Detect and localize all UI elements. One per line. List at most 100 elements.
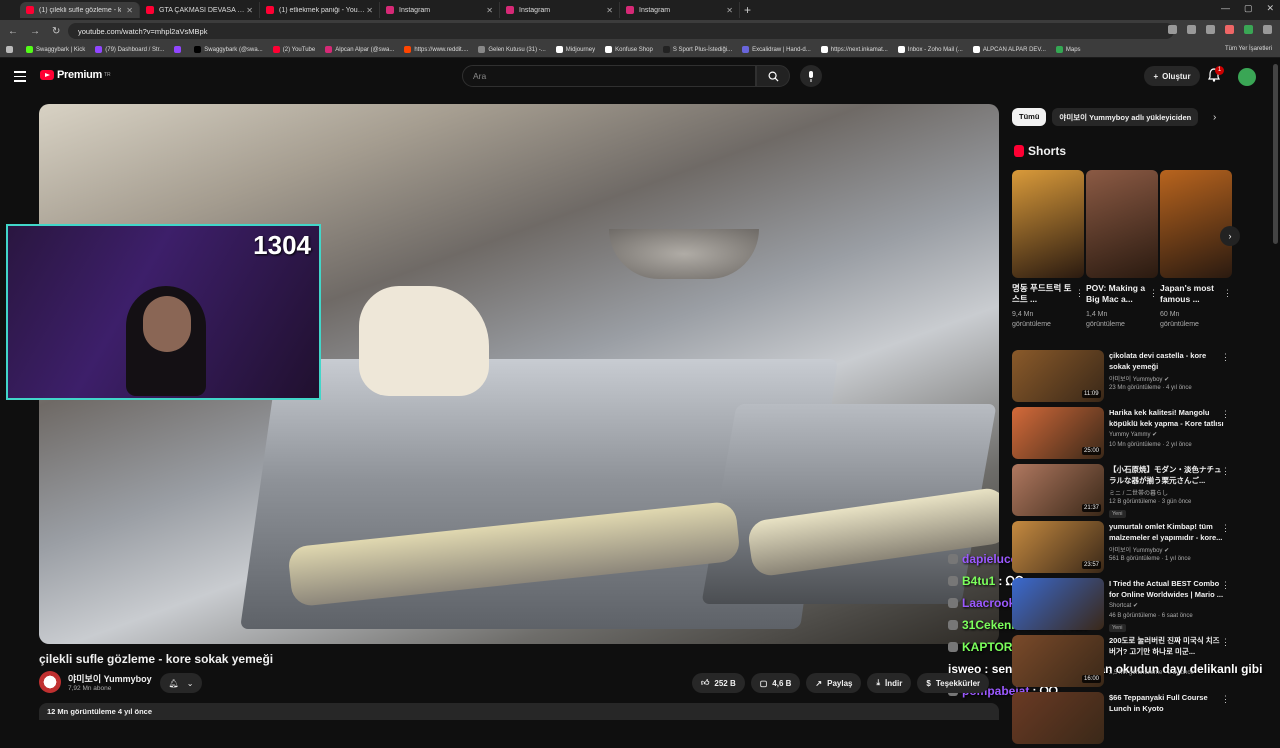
minimize-icon[interactable]: — — [1221, 3, 1230, 14]
profile-icon[interactable] — [1244, 25, 1253, 34]
recommendation-item[interactable]: 25:00 Harika kek kalitesi! Mangolu köpükl… — [1012, 407, 1238, 463]
filter-chip[interactable]: Tümü — [1012, 108, 1047, 126]
more-options-icon[interactable]: ⋮ — [1075, 288, 1084, 299]
url-field[interactable]: youtube.com/watch?v=mhpl2aVsMBpk — [68, 23, 1174, 39]
all-bookmarks[interactable]: Tüm Yer İşaretleri — [1225, 46, 1272, 52]
recommendation-channel: Shortcat ✔ — [1109, 603, 1139, 609]
filter-chip[interactable]: 야미보이 Yummyboy adlı yükleyiciden — [1052, 108, 1199, 126]
star-icon[interactable] — [1206, 25, 1215, 34]
recommendation-item[interactable]: $66 Teppanyaki Full Course Lunch in Kyot… — [1012, 692, 1238, 748]
tab-favicon-icon — [26, 6, 34, 14]
channel-avatar[interactable] — [39, 671, 61, 693]
browser-tab[interactable]: Instagram ✕ — [620, 2, 740, 18]
bookmark-label: Konfuse Shop — [615, 46, 653, 53]
comments-button[interactable]: ▢ 4,6 B — [750, 673, 801, 693]
account-avatar[interactable] — [1238, 68, 1256, 86]
bookmark-favicon-icon — [742, 46, 750, 53]
apps-icon[interactable] — [6, 46, 16, 53]
search-input[interactable]: Ara — [462, 65, 756, 87]
recommendation-item[interactable]: 23:57 yumurtalı omlet Kimbap! tüm malzeme… — [1012, 521, 1238, 577]
bookmark-item[interactable]: Alpcan Alpar (@swa... — [325, 46, 394, 53]
tab-close-icon[interactable]: ✕ — [366, 6, 373, 15]
bookmark-item[interactable]: Maps — [1055, 46, 1081, 53]
short-card[interactable]: 명동 푸드트럭 토스트 ... 9,4 Mn görüntüleme ⋮ — [1012, 170, 1084, 330]
browser-tab[interactable]: (1) etliekmek paniği - YouTube ✕ — [260, 2, 380, 18]
tab-close-icon[interactable]: ✕ — [126, 6, 133, 15]
search-button[interactable] — [756, 65, 790, 87]
short-thumbnail — [1012, 170, 1084, 278]
tab-close-icon[interactable]: ✕ — [246, 6, 253, 15]
reload-icon[interactable]: ↻ — [52, 26, 60, 37]
bookmark-item[interactable]: Midjourney — [555, 46, 595, 53]
tab-close-icon[interactable]: ✕ — [486, 6, 493, 15]
bookmark-item[interactable]: (79) Dashboard / Str... — [95, 46, 164, 53]
tab-favicon-icon — [626, 6, 634, 14]
bookmark-item[interactable]: Gelen Kutusu (31) -... — [478, 46, 546, 53]
bookmark-favicon-icon — [972, 46, 980, 53]
youtube-logo[interactable]: Premium TR — [40, 69, 111, 81]
zoom-icon[interactable] — [1187, 25, 1196, 34]
more-options-icon[interactable]: ⋮ — [1221, 352, 1230, 363]
bookmark-item[interactable]: (2) YouTube — [272, 46, 315, 53]
chevron-right-icon[interactable]: › — [1213, 112, 1216, 123]
install-icon[interactable] — [1168, 25, 1177, 34]
recommendation-item[interactable]: 11:09 çikolata devi castella - kore sokak… — [1012, 350, 1238, 406]
short-card[interactable]: POV: Making a Big Mac a... 1,4 Mn görüntü… — [1086, 170, 1158, 330]
browser-tab[interactable]: Instagram ✕ — [500, 2, 620, 18]
bookmark-favicon-icon — [325, 46, 333, 53]
tab-close-icon[interactable]: ✕ — [606, 6, 613, 15]
back-icon[interactable]: ← — [8, 26, 18, 37]
browser-tab[interactable]: (1) çilekli sufle gözleme - k ✕ — [20, 2, 140, 18]
thanks-icon: $ — [926, 678, 931, 688]
tab-favicon-icon — [386, 6, 394, 14]
bookmark-item[interactable]: Swaggybark (@swa... — [194, 46, 263, 53]
tab-close-icon[interactable]: ✕ — [726, 6, 733, 15]
recommendation-item[interactable]: 16:00 200도로 눌러버린 진짜 미국식 치즈버거? 고기만 하나로 미군.… — [1012, 635, 1238, 691]
tab-favicon-icon — [506, 6, 514, 14]
like-button[interactable]: 👍︎ 252 B — [692, 673, 745, 693]
bookmark-favicon-icon — [662, 46, 670, 53]
more-options-icon[interactable]: ⋮ — [1221, 466, 1230, 477]
menu-burger-icon[interactable] — [14, 71, 26, 85]
more-options-icon[interactable]: ⋮ — [1221, 694, 1230, 705]
more-options-icon[interactable]: ⋮ — [1221, 580, 1230, 591]
bookmark-item[interactable] — [174, 46, 184, 53]
video-thumbnail — [1012, 692, 1104, 744]
more-options-icon[interactable]: ⋮ — [1223, 288, 1232, 299]
bookmark-favicon-icon — [820, 46, 828, 53]
browser-tab[interactable]: GTA ÇAKMASI DEVASA OYUNU✕ — [140, 2, 260, 18]
scrollbar[interactable] — [1273, 64, 1278, 244]
recommendation-item[interactable]: 21:37 【小石原焼】モダン・淡色ナチュラルな器が揃う栗元さんご... ミニ / … — [1012, 464, 1238, 520]
description-box[interactable]: 12 Mn görüntüleme 4 yıl önce — [39, 703, 999, 720]
browser-tab[interactable]: Instagram ✕ — [380, 2, 500, 18]
subscription-bell-button[interactable]: 🔔︎ ⌄ — [160, 673, 202, 693]
bookmark-item[interactable]: https://www.reddit.... — [404, 46, 468, 53]
shorts-next-button[interactable]: › — [1220, 226, 1240, 246]
extension-icon[interactable] — [1225, 25, 1234, 34]
create-button[interactable]: + Oluştur — [1144, 66, 1200, 86]
recommendation-item[interactable]: I Tried the Actual BEST Combo for Online… — [1012, 578, 1238, 634]
share-button[interactable]: ↗ Paylaş — [806, 673, 862, 693]
bookmark-item[interactable]: S Sport Plus-İstediği... — [662, 46, 732, 53]
more-options-icon[interactable]: ⋮ — [1221, 637, 1230, 648]
more-options-icon[interactable]: ⋮ — [1149, 288, 1158, 299]
close-window-icon[interactable]: ✕ — [1266, 3, 1274, 14]
more-options-icon[interactable]: ⋮ — [1221, 409, 1230, 420]
forward-icon[interactable]: → — [30, 26, 40, 37]
bookmarks-bar: Swaggybark | Kick (79) Dashboard / Str...… — [0, 42, 1280, 58]
maximize-icon[interactable]: ▢ — [1244, 3, 1253, 14]
thanks-button[interactable]: $ Teşekkürler — [917, 673, 990, 693]
new-tab-icon[interactable]: + — [744, 3, 751, 17]
more-options-icon[interactable]: ⋮ — [1221, 523, 1230, 534]
voice-search-button[interactable] — [800, 65, 822, 87]
bookmark-item[interactable]: Inbox - Zoho Mail (... — [897, 46, 963, 53]
bookmark-item[interactable]: Swaggybark | Kick — [26, 46, 85, 53]
menu-icon[interactable] — [1263, 25, 1272, 34]
channel-name[interactable]: 야미보이 Yummyboy — [68, 672, 152, 685]
bookmark-item[interactable]: ALPCAN ALPAR DEV... — [972, 46, 1046, 53]
download-button[interactable]: ⤓ İndir — [867, 673, 912, 693]
bookmark-item[interactable]: Excalidraw | Hand-d... — [742, 46, 811, 53]
bookmark-item[interactable]: Konfuse Shop — [605, 46, 653, 53]
short-card[interactable]: Japan's most famous ... 60 Mn görüntüleme… — [1160, 170, 1232, 330]
bookmark-item[interactable]: https://next.inkamat... — [820, 46, 888, 53]
